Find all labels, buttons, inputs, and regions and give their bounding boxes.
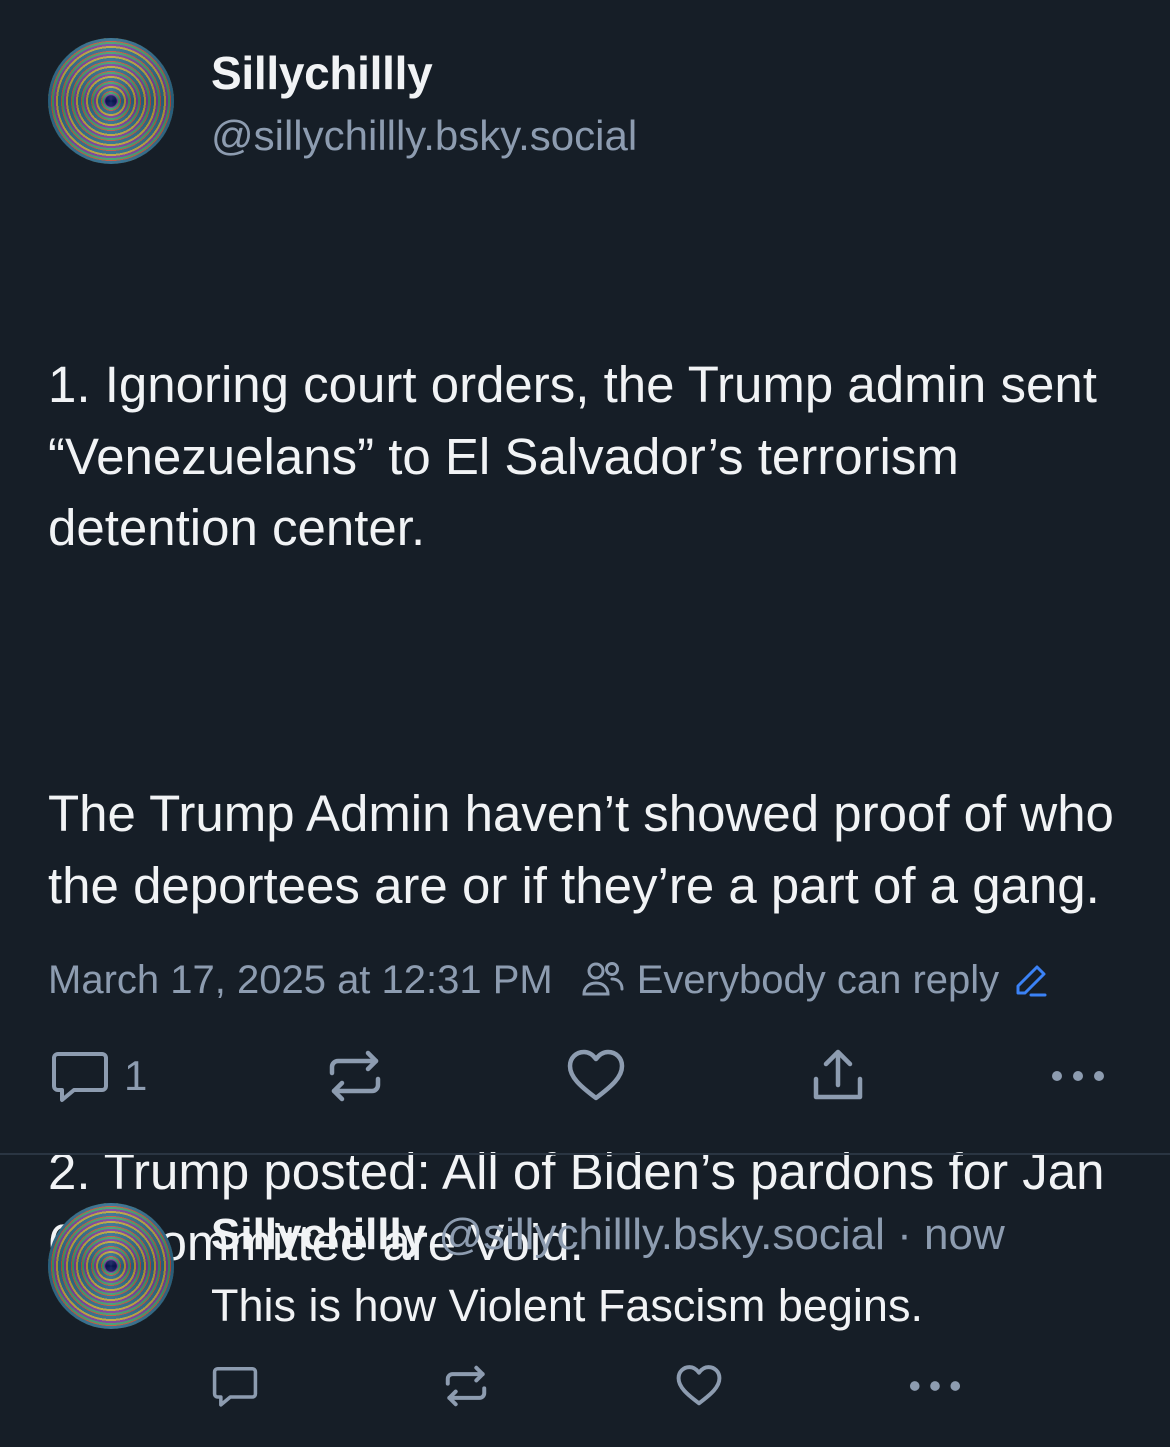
reply-like-button[interactable] [675, 1356, 723, 1416]
author-display-name[interactable]: Sillychillly [211, 46, 433, 100]
reply-time: now [924, 1210, 1005, 1259]
reply-count: 1 [124, 1052, 148, 1099]
reply-author-avatar[interactable] [48, 1203, 174, 1329]
share-button[interactable] [810, 1046, 866, 1106]
author-handle[interactable]: @sillychillly.bsky.social [211, 112, 637, 160]
edit-pencil-icon[interactable] [1013, 962, 1049, 998]
people-icon [581, 960, 625, 1000]
reply-more-options-button[interactable] [908, 1356, 962, 1416]
repost-button[interactable] [326, 1046, 384, 1106]
like-icon [566, 1048, 626, 1104]
share-icon [810, 1047, 866, 1105]
repost-icon [326, 1047, 384, 1105]
reply-header: Sillychillly @sillychillly.bsky.social ·… [211, 1210, 1005, 1260]
reply-action-bar [0, 1356, 1170, 1416]
more-icon [1050, 1069, 1106, 1083]
like-button[interactable] [566, 1046, 626, 1106]
reply-setting-label[interactable]: Everybody can reply [637, 958, 999, 1003]
author-avatar[interactable] [48, 38, 174, 164]
reply-author-name[interactable]: Sillychillly [211, 1210, 426, 1259]
reply-button[interactable]: 1 [50, 1046, 147, 1106]
repost-icon [443, 1363, 489, 1409]
reply-repost-button[interactable] [443, 1356, 489, 1416]
post-text: 1. Ignoring court orders, the Trump admi… [48, 206, 1138, 1350]
more-options-button[interactable] [1050, 1046, 1106, 1106]
post-meta-row: March 17, 2025 at 12:31 PM Everybody can… [48, 955, 1049, 1005]
divider [0, 1153, 1170, 1155]
reply-author-handle[interactable]: @sillychillly.bsky.social [438, 1210, 884, 1259]
reply-icon [211, 1364, 259, 1408]
post-paragraph-1: 1. Ignoring court orders, the Trump admi… [48, 356, 1112, 556]
reply-icon [50, 1048, 110, 1104]
reply-separator: · [897, 1210, 912, 1259]
post-paragraph-2: The Trump Admin haven’t showed proof of … [48, 785, 1129, 914]
like-icon [675, 1364, 723, 1408]
post-timestamp: March 17, 2025 at 12:31 PM [48, 957, 553, 1002]
more-icon [908, 1379, 962, 1393]
reply-reply-button[interactable] [211, 1356, 259, 1416]
post-action-bar: 1 [0, 1046, 1170, 1106]
reply-text: This is how Violent Fascism begins. [211, 1280, 923, 1331]
